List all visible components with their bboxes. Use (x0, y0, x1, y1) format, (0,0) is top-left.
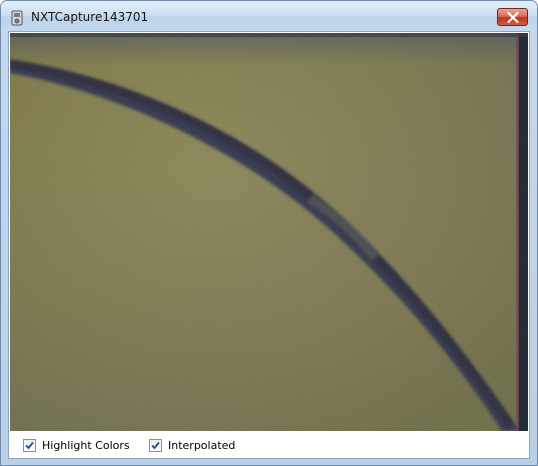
client-area: Highlight Colors Interpolated (8, 31, 530, 459)
highlight-colors-checkbox[interactable]: Highlight Colors (23, 437, 130, 453)
interpolated-checkbox-box[interactable] (149, 438, 162, 452)
checkmark-icon (25, 441, 34, 449)
highlight-colors-label: Highlight Colors (42, 438, 130, 452)
captured-camera-image (10, 33, 528, 431)
highlight-colors-checkbox-box[interactable] (23, 438, 36, 452)
app-camera-icon (9, 10, 25, 26)
close-button[interactable] (497, 8, 528, 26)
interpolated-label: Interpolated (168, 438, 236, 452)
title-bar[interactable]: NXTCapture143701 (1, 1, 537, 31)
interpolated-checkbox[interactable]: Interpolated (149, 437, 235, 453)
close-icon (507, 12, 519, 23)
options-bar: Highlight Colors Interpolated (9, 432, 529, 458)
window-title: NXTCapture143701 (31, 10, 149, 24)
checkmark-icon (151, 441, 160, 449)
capture-window: NXTCapture143701 Highlight Colors Interp… (0, 0, 538, 466)
